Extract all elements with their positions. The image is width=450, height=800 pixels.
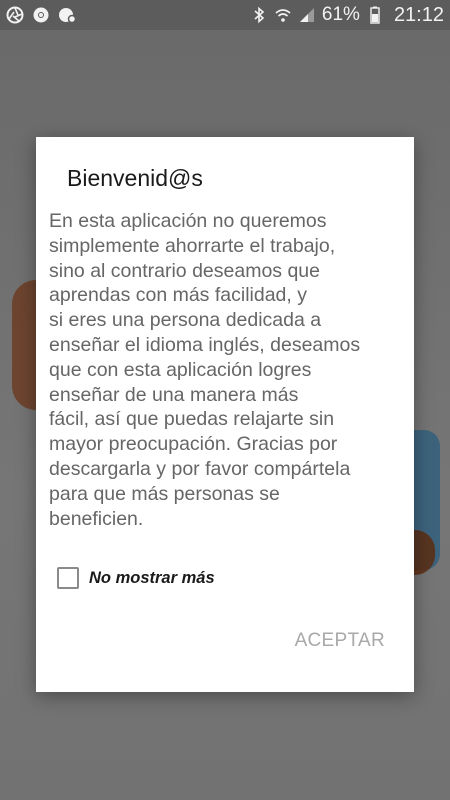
status-bar: 61% 21:12: [0, 0, 450, 30]
welcome-dialog: Bienvenid@s En esta aplicación no querem…: [36, 137, 414, 692]
notification-icons: [6, 6, 76, 24]
photo-notification-icon: [58, 6, 76, 24]
battery-icon: [366, 6, 384, 24]
wifi-icon: [274, 6, 292, 24]
app-screen: 61% 21:12 Bienvenid@s En esta aplicación…: [0, 0, 450, 800]
system-status: 61% 21:12: [250, 4, 444, 27]
accept-button[interactable]: ACEPTAR: [295, 630, 385, 652]
signal-icon: [298, 6, 316, 24]
dialog-message: En esta aplicación no queremos simplemen…: [49, 210, 361, 530]
bluetooth-icon: [250, 6, 268, 24]
battery-percent: 61%: [321, 4, 360, 25]
dialog-title: Bienvenid@s: [67, 165, 203, 191]
clock: 21:12: [393, 3, 444, 26]
chrome-icon: [32, 6, 50, 24]
dont-show-again-checkbox[interactable]: [57, 567, 79, 589]
dont-show-again-row[interactable]: No mostrar más: [57, 567, 215, 589]
camera-shutter-icon: [6, 6, 24, 24]
dont-show-again-label[interactable]: No mostrar más: [89, 569, 215, 588]
